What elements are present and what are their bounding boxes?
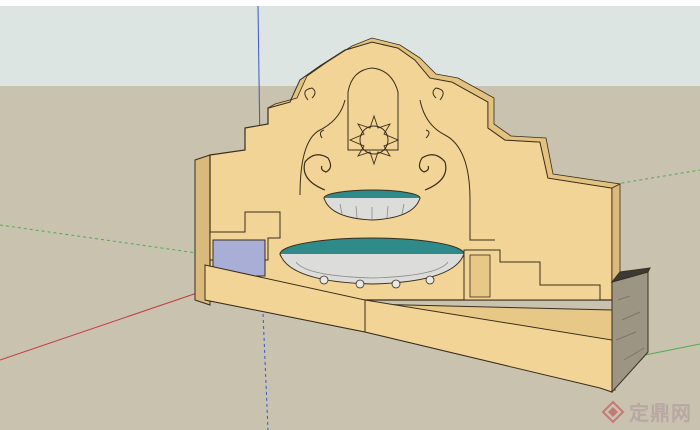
dingding-logo-icon [601, 400, 625, 423]
right-recess [469, 254, 491, 298]
3d-viewport[interactable]: 定鼎网 [0, 0, 700, 430]
watermark-text: 定鼎网 [629, 401, 692, 425]
fountain-model-scene[interactable] [0, 0, 700, 430]
watermark: 定鼎网 [601, 397, 692, 426]
